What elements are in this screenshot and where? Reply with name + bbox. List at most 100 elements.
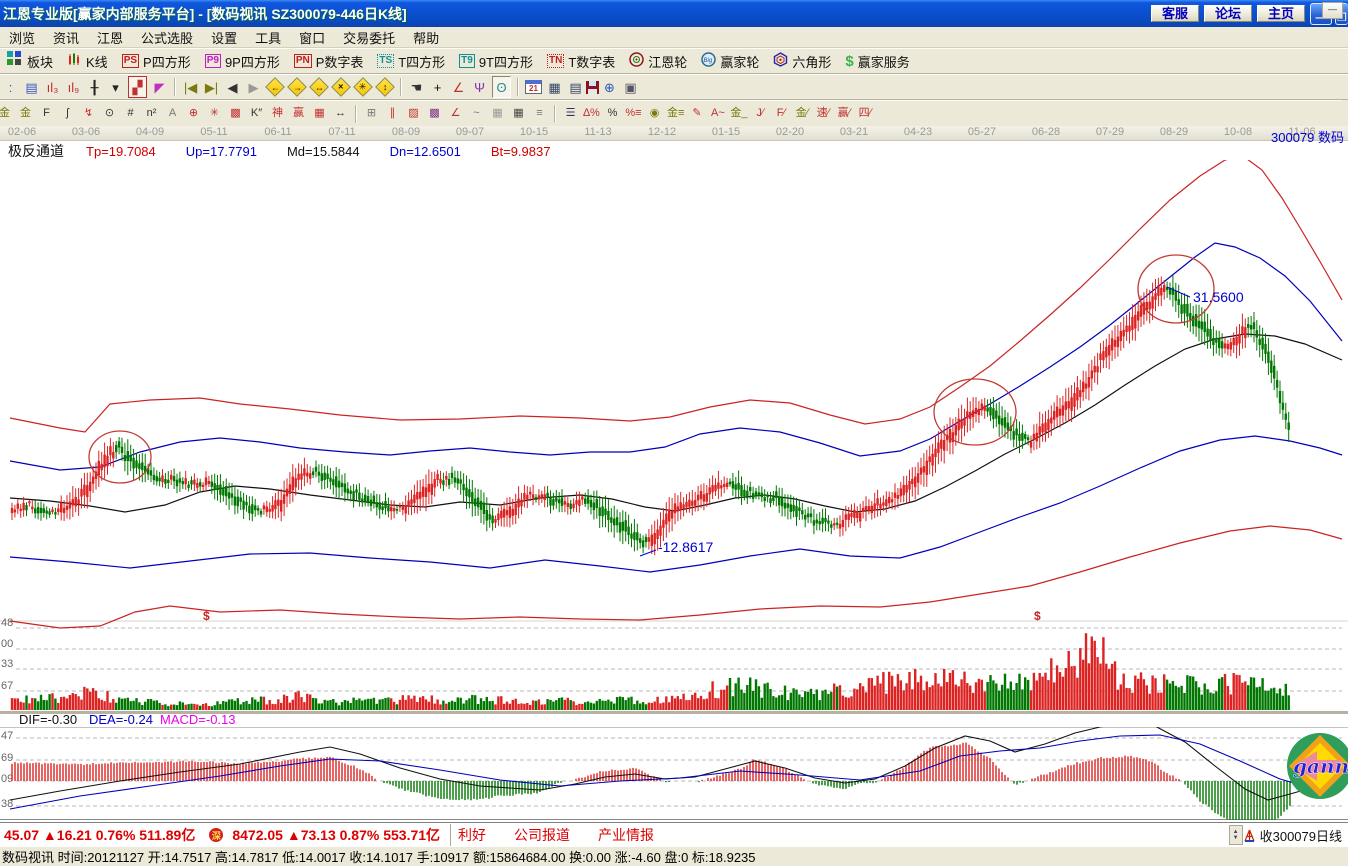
draw-tool-icon[interactable]: ∆% — [583, 104, 600, 124]
draw-tool-icon[interactable]: ʃ — [59, 104, 76, 124]
draw-tool-icon[interactable]: ✎ — [688, 104, 705, 124]
news-link[interactable]: 产业情报 — [598, 827, 654, 843]
kline-chart-canvas[interactable]: 4800336747690938DIF=-0.30DEA=-0.24MACD=-… — [0, 160, 1348, 820]
menu-item[interactable]: 资讯 — [44, 28, 88, 47]
pn-button[interactable]: PNP数字表 — [287, 50, 371, 72]
draw-tool-icon[interactable]: ≡ — [531, 104, 548, 124]
draw-tool-icon[interactable]: ⊙ — [101, 104, 118, 124]
candle-type-icon[interactable]: ╂ — [86, 77, 103, 97]
draw-tool-icon[interactable]: 速∕ — [815, 104, 832, 124]
menu-item[interactable]: 交易委托 — [334, 28, 404, 47]
hand-icon[interactable]: ☚ — [408, 77, 425, 97]
draw-tool-icon[interactable]: ∥ — [384, 104, 401, 124]
calculator-icon[interactable]: ▦ — [546, 77, 563, 97]
color-chart-icon[interactable]: ◤ — [151, 77, 168, 97]
notes-icon[interactable]: ▤ — [567, 77, 584, 97]
draw-tool-icon[interactable]: ▩ — [227, 104, 244, 124]
pattern-icon[interactable]: ▞ — [128, 76, 147, 98]
draw-tool-icon[interactable]: n² — [143, 104, 160, 124]
draw-tool-icon[interactable]: ✳ — [206, 104, 223, 124]
star-icon[interactable]: ✳ — [353, 77, 373, 97]
network-icon[interactable]: ⊕ — [601, 77, 618, 97]
header-button[interactable]: 论坛 — [1204, 5, 1252, 22]
tn-button[interactable]: TNT数字表 — [540, 50, 622, 72]
header-button[interactable]: 主页 — [1257, 5, 1305, 22]
gann-tool-icon[interactable]: Ψ — [471, 77, 488, 97]
draw-tool-icon[interactable]: A~ — [709, 104, 726, 124]
prev-bar-icon[interactable]: ◀ — [224, 77, 241, 97]
calendar-icon[interactable]: 21 — [525, 80, 542, 94]
quote-list-icon[interactable]: ▤ — [23, 77, 40, 97]
draw-tool-icon[interactable]: J∕ — [752, 104, 769, 124]
menu-item[interactable]: 帮助 — [404, 28, 448, 47]
pan-left-icon[interactable]: ← — [265, 77, 285, 97]
news-link[interactable]: 公司报道 — [514, 827, 570, 843]
menu-item[interactable]: 窗口 — [290, 28, 334, 47]
draw-tool-icon[interactable]: # — [122, 104, 139, 124]
draw-tool-icon[interactable]: % — [604, 104, 621, 124]
child-minimize-button[interactable]: — — [1322, 2, 1343, 19]
draw-tool-icon[interactable]: ▦ — [510, 104, 527, 124]
draw-tool-icon[interactable]: ▦ — [489, 104, 506, 124]
chart-9-icon[interactable]: ıl₉ — [65, 77, 82, 97]
draw-tool-icon[interactable]: ☰ — [562, 104, 579, 124]
save-icon[interactable] — [586, 81, 599, 94]
p9-button[interactable]: P99P四方形 — [198, 50, 287, 72]
menu-item[interactable]: 浏览 — [0, 28, 44, 47]
draw-tool-icon[interactable]: ◉ — [646, 104, 663, 124]
hexagon-button[interactable]: 六角形 — [766, 50, 838, 72]
draw-tool-icon[interactable]: 金≡ — [667, 104, 684, 124]
draw-tool-icon[interactable]: 金 — [0, 104, 13, 124]
ps-button[interactable]: PSP四方形 — [115, 50, 198, 72]
last-bar-icon[interactable]: ▶| — [203, 77, 220, 97]
draw-tool-icon[interactable]: ▨ — [405, 104, 422, 124]
draw-tool-icon[interactable]: ⊞ — [363, 104, 380, 124]
menu-item[interactable]: 设置 — [202, 28, 246, 47]
draw-tool-icon[interactable]: ⊕ — [185, 104, 202, 124]
draw-tool-icon[interactable]: 赢 — [290, 104, 307, 124]
menu-item[interactable]: 公式选股 — [132, 28, 202, 47]
draw-tool-icon[interactable]: 赢∕ — [836, 104, 853, 124]
winner-service-button[interactable]: $赢家服务 — [838, 50, 916, 72]
ticker-spinner[interactable]: ▲▼ — [1229, 825, 1243, 845]
gann-wheel-button[interactable]: 江恩轮 — [622, 50, 694, 72]
draw-tool-icon[interactable]: 神 — [269, 104, 286, 124]
winner-wheel-button[interactable]: Big赢家轮 — [694, 50, 766, 72]
draw-tool-icon[interactable]: F — [38, 104, 55, 124]
clipped-panel-icon[interactable]: : — [2, 77, 19, 97]
maze-icon[interactable]: ʘ — [492, 76, 511, 98]
kline-button[interactable]: K线 — [60, 50, 115, 72]
print-icon[interactable]: ▣ — [622, 77, 639, 97]
pan-right-icon[interactable]: → — [287, 77, 307, 97]
draw-tool-icon[interactable]: %≡ — [625, 104, 642, 124]
header-button[interactable]: 客服 — [1151, 5, 1199, 22]
draw-tool-icon[interactable]: F∕ — [773, 104, 790, 124]
menu-item[interactable]: 江恩 — [88, 28, 132, 47]
zoom-horizontal-icon[interactable]: ↔ — [309, 77, 329, 97]
collapse-icon[interactable]: × — [331, 77, 351, 97]
zoom-vertical-icon[interactable]: ↕ — [375, 77, 395, 97]
draw-tool-icon[interactable]: ▦ — [311, 104, 328, 124]
menu-item[interactable]: 工具 — [246, 28, 290, 47]
draw-tool-icon[interactable]: 四∕ — [857, 104, 874, 124]
draw-tool-icon[interactable]: 金∕ — [794, 104, 811, 124]
first-bar-icon[interactable]: |◀ — [182, 77, 199, 97]
news-link[interactable]: 利好 — [458, 827, 486, 843]
draw-tool-icon[interactable]: 金_ — [730, 104, 747, 124]
draw-tool-icon[interactable]: A — [164, 104, 181, 124]
draw-tool-icon[interactable]: ▩ — [426, 104, 443, 124]
blocks-button[interactable]: 板块 — [0, 50, 60, 72]
draw-tool-icon[interactable]: ∠ — [447, 104, 464, 124]
draw-tool-icon[interactable]: ↔ — [332, 104, 349, 124]
crosshair-icon[interactable]: + — [429, 77, 446, 97]
next-bar-icon[interactable]: ▶ — [245, 77, 262, 97]
angle-tool-icon[interactable]: ∠ — [450, 77, 467, 97]
chart-3-icon[interactable]: ıl₃ — [44, 77, 61, 97]
ts-button[interactable]: TST四方形 — [370, 50, 452, 72]
draw-tool-icon[interactable]: 金 — [17, 104, 34, 124]
draw-tool-icon[interactable]: ~ — [468, 104, 485, 124]
t9-button[interactable]: T99T四方形 — [452, 50, 540, 72]
draw-tool-icon[interactable]: K″ — [248, 104, 265, 124]
dropdown-caret-icon[interactable]: ▾ — [107, 77, 124, 97]
draw-tool-icon[interactable]: ↯ — [80, 104, 97, 124]
